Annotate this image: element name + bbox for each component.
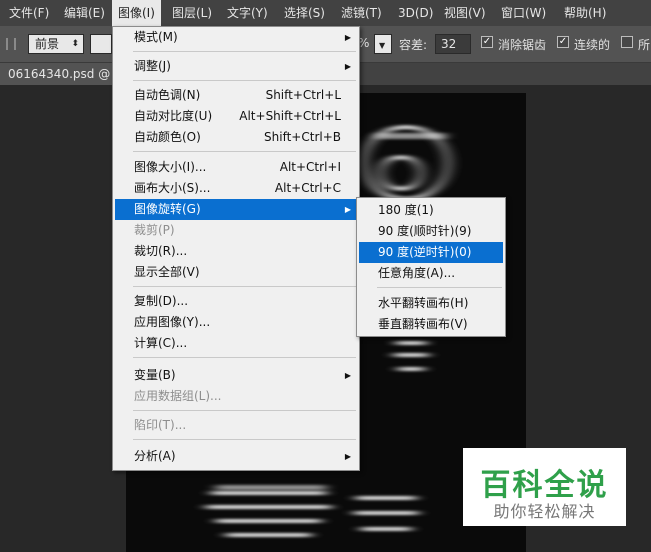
image-menu-item-11: 裁剪(P) xyxy=(115,220,357,241)
document-tab[interactable]: 06164340.psd @ 6 xyxy=(0,63,112,85)
image-menu-separator xyxy=(133,286,356,287)
image-menu-item-16[interactable]: 应用图像(Y)... xyxy=(115,312,357,333)
tolerance-input[interactable]: 32 xyxy=(435,34,471,54)
watermark-subtitle: 助你轻松解决 xyxy=(493,502,596,521)
image-menu-item-label: 裁剪(P) xyxy=(134,223,175,237)
menubar-item-3[interactable]: 图层(L) xyxy=(166,0,218,26)
image-menu-item-24[interactable]: 分析(A) ▶ xyxy=(115,446,357,467)
image-menu-item-label: 分析(A) xyxy=(134,449,176,463)
rotate-menu-item-3[interactable]: 任意角度(A)... xyxy=(359,263,503,284)
menubar-item-2[interactable]: 图像(I) xyxy=(112,0,161,26)
antialias-label: 消除锯齿 xyxy=(498,38,547,52)
watermark-logo: 百科全说 助你轻松解决 xyxy=(463,448,626,526)
pattern-select[interactable] xyxy=(90,34,112,54)
image-menu-item-6[interactable]: 自动颜色(O) Shift+Ctrl+B xyxy=(115,127,357,148)
image-menu-item-label: 复制(D)... xyxy=(134,294,189,308)
submenu-arrow-icon: ▶ xyxy=(344,371,351,380)
image-menu-item-shortcut: Alt+Ctrl+I xyxy=(279,160,341,174)
contiguous-checkbox[interactable]: ✓ xyxy=(557,36,569,48)
tolerance-label: 容差: xyxy=(399,38,428,52)
rotate-menu-separator xyxy=(377,287,502,288)
menubar-item-9[interactable]: 窗口(W) xyxy=(495,0,552,26)
image-menu-item-label: 调整(J) xyxy=(134,59,171,73)
image-menu-item-22: 陷印(T)... xyxy=(115,415,357,436)
image-menu-item-shortcut: Shift+Ctrl+B xyxy=(264,130,341,144)
image-menu-separator xyxy=(133,151,356,152)
menubar-item-4[interactable]: 文字(Y) xyxy=(221,0,274,26)
menu-bar: 文件(F) 编辑(E) 图像(I) 图层(L) 文字(Y) 选择(S) 滤镜(T) 3D(D)… xyxy=(0,0,651,26)
sample-select-value: 前景 xyxy=(35,37,60,51)
image-menu-item-label: 裁切(R)... xyxy=(134,244,188,258)
submenu-arrow-icon: ▶ xyxy=(344,33,351,42)
menubar-item-1[interactable]: 编辑(E) xyxy=(58,0,111,26)
image-menu-item-0[interactable]: 模式(M) ▶ xyxy=(115,27,357,48)
image-menu-item-label: 应用数据组(L)... xyxy=(134,389,222,403)
image-menu-item-label: 自动对比度(U) xyxy=(134,109,213,123)
image-menu-item-label: 模式(M) xyxy=(134,30,178,44)
opacity-dropdown[interactable]: ▼ xyxy=(374,34,392,54)
image-menu-item-label: 变量(B) xyxy=(134,368,176,382)
image-menu-item-label: 计算(C)... xyxy=(134,336,188,350)
rotate-menu-item-label: 180 度(1) xyxy=(378,203,434,217)
rotate-menu-item-label: 任意角度(A)... xyxy=(378,266,456,280)
rotate-menu-item-1[interactable]: 90 度(顺时针)(9) xyxy=(359,221,503,242)
antialias-checkbox[interactable]: ✓ xyxy=(481,36,493,48)
image-menu-separator xyxy=(133,80,356,81)
image-menu-separator xyxy=(133,410,356,411)
menubar-item-0[interactable]: 文件(F) xyxy=(3,0,55,26)
rotate-menu-item-label: 90 度(顺时针)(9) xyxy=(378,224,472,238)
image-menu-item-label: 图像旋转(G) xyxy=(134,202,201,216)
image-menu-separator xyxy=(133,357,356,358)
image-menu: 模式(M) ▶ 调整(J) ▶ 自动色调(N) Shift+Ctrl+L 自动对比度(U) A… xyxy=(112,26,360,471)
rotate-menu-item-0[interactable]: 180 度(1) xyxy=(359,200,503,221)
all-layers-checkbox[interactable] xyxy=(621,36,633,48)
image-rotation-submenu: 180 度(1) 90 度(顺时针)(9) 90 度(逆时针)(0) 任意角度(A).… xyxy=(356,197,506,337)
rotate-menu-item-2[interactable]: 90 度(逆时针)(0) xyxy=(359,242,503,263)
submenu-arrow-icon: ▶ xyxy=(344,452,351,461)
image-menu-item-label: 陷印(T)... xyxy=(134,418,187,432)
image-menu-item-label: 应用图像(Y)... xyxy=(134,315,211,329)
image-menu-item-9[interactable]: 画布大小(S)... Alt+Ctrl+C xyxy=(115,178,357,199)
image-menu-separator xyxy=(133,439,356,440)
image-menu-item-shortcut: Alt+Ctrl+C xyxy=(274,181,341,195)
image-menu-item-shortcut: Alt+Shift+Ctrl+L xyxy=(239,109,341,123)
rotate-menu-item-6[interactable]: 垂直翻转画布(V) xyxy=(359,314,503,335)
menubar-item-7[interactable]: 3D(D) xyxy=(392,0,439,26)
rotate-menu-item-5[interactable]: 水平翻转画布(H) xyxy=(359,293,503,314)
image-menu-item-4[interactable]: 自动色调(N) Shift+Ctrl+L xyxy=(115,85,357,106)
image-menu-item-label: 自动颜色(O) xyxy=(134,130,201,144)
image-menu-separator xyxy=(133,51,356,52)
sample-select[interactable]: 前景 ⬍ xyxy=(28,34,84,54)
toolbar-grip-icon[interactable] xyxy=(6,38,16,50)
rotate-menu-item-label: 水平翻转画布(H) xyxy=(378,296,469,310)
image-menu-item-label: 图像大小(I)... xyxy=(134,160,207,174)
menubar-item-6[interactable]: 滤镜(T) xyxy=(335,0,388,26)
menubar-item-5[interactable]: 选择(S) xyxy=(278,0,331,26)
image-menu-item-19[interactable]: 变量(B) ▶ xyxy=(115,365,357,386)
rotate-menu-item-label: 90 度(逆时针)(0) xyxy=(378,245,472,259)
image-menu-item-10[interactable]: 图像旋转(G) ▶ xyxy=(115,199,357,220)
image-menu-item-15[interactable]: 复制(D)... xyxy=(115,291,357,312)
image-menu-item-13[interactable]: 显示全部(V) xyxy=(115,262,357,283)
select-arrows-icon: ⬍ xyxy=(71,39,79,49)
rotate-menu-item-label: 垂直翻转画布(V) xyxy=(378,317,468,331)
image-menu-item-8[interactable]: 图像大小(I)... Alt+Ctrl+I xyxy=(115,157,357,178)
submenu-arrow-icon: ▶ xyxy=(344,205,351,214)
contiguous-label: 连续的 xyxy=(574,38,611,52)
image-menu-item-shortcut: Shift+Ctrl+L xyxy=(265,88,341,102)
submenu-arrow-icon: ▶ xyxy=(344,62,351,71)
image-menu-item-label: 画布大小(S)... xyxy=(134,181,211,195)
image-menu-item-12[interactable]: 裁切(R)... xyxy=(115,241,357,262)
all-layers-label: 所 xyxy=(638,38,651,52)
chevron-down-icon: ▼ xyxy=(379,41,386,50)
image-menu-item-20: 应用数据组(L)... xyxy=(115,386,357,407)
menubar-item-10[interactable]: 帮助(H) xyxy=(558,0,612,26)
image-menu-item-17[interactable]: 计算(C)... xyxy=(115,333,357,354)
image-menu-item-label: 显示全部(V) xyxy=(134,265,200,279)
image-menu-item-label: 自动色调(N) xyxy=(134,88,201,102)
image-menu-item-5[interactable]: 自动对比度(U) Alt+Shift+Ctrl+L xyxy=(115,106,357,127)
menubar-item-8[interactable]: 视图(V) xyxy=(438,0,492,26)
image-menu-item-2[interactable]: 调整(J) ▶ xyxy=(115,56,357,77)
